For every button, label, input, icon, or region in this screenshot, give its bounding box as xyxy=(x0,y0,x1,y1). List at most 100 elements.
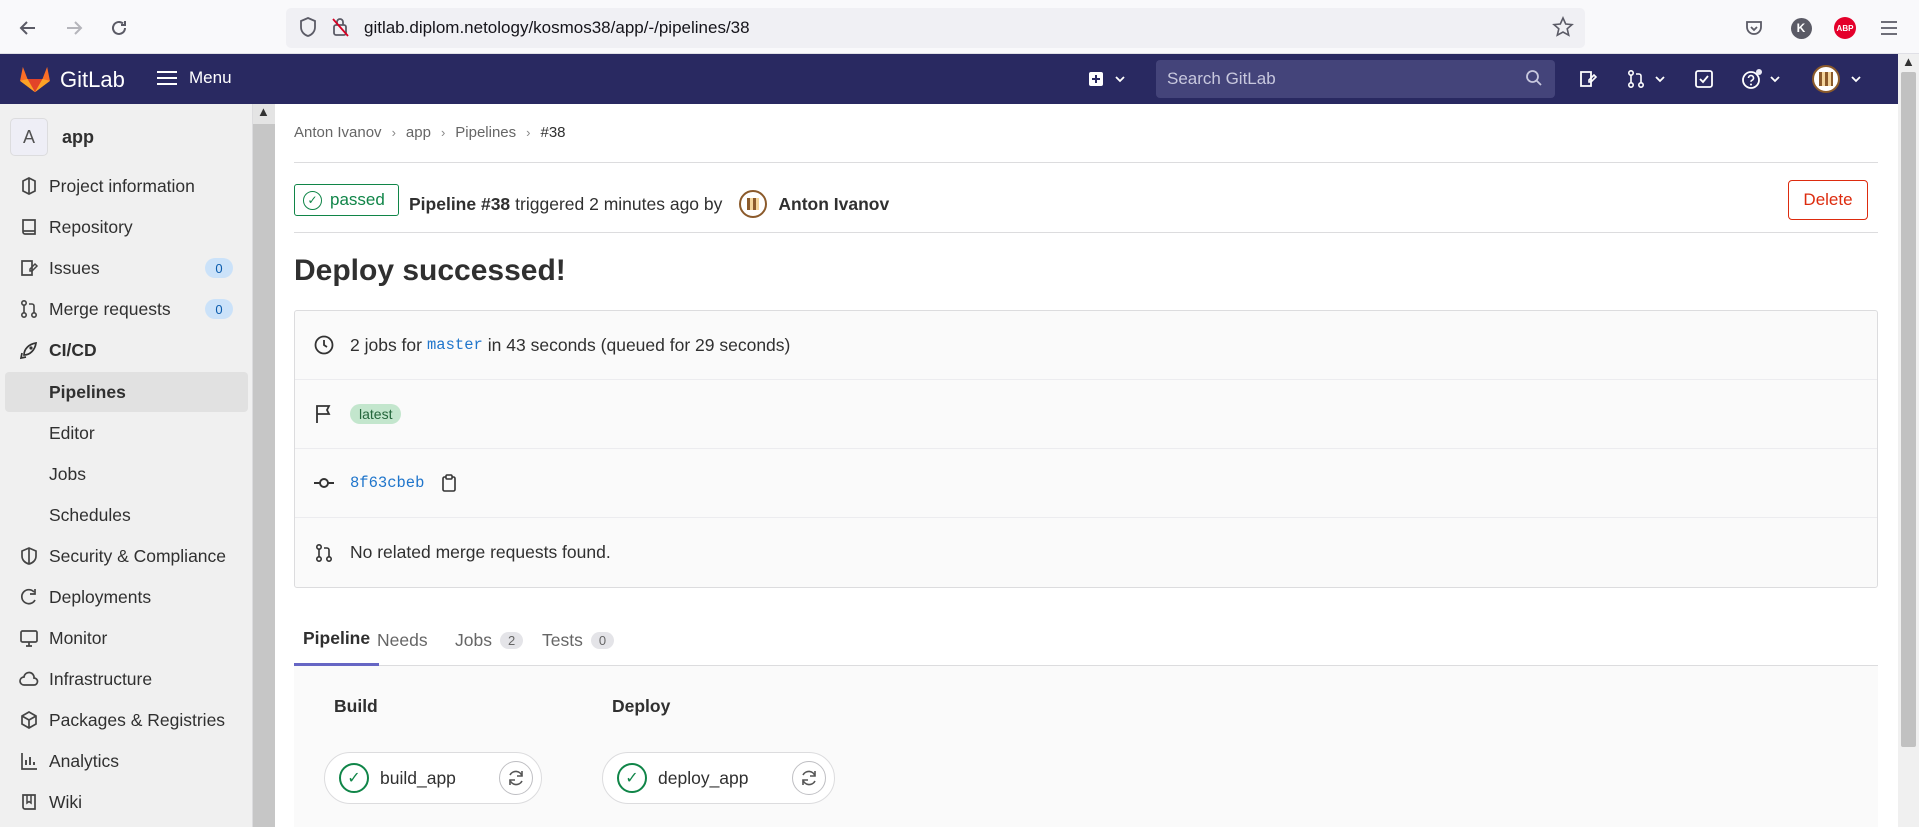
issues-icon xyxy=(18,257,40,279)
sidebar-item-label: Editor xyxy=(49,422,95,443)
commit-sha-link[interactable]: 8f63cbeb xyxy=(350,474,424,492)
user-menu-dropdown[interactable] xyxy=(1812,65,1862,93)
sidebar-item-analytics[interactable]: Analytics xyxy=(0,741,253,781)
copy-icon[interactable] xyxy=(439,472,459,494)
user-avatar[interactable] xyxy=(739,190,768,218)
sidebar-item-schedules[interactable]: Schedules xyxy=(0,495,253,535)
url-text[interactable]: gitlab.diplom.netology/kosmos38/app/-/pi… xyxy=(364,18,750,38)
tab-label: Jobs xyxy=(455,629,492,650)
new-dropdown-button[interactable] xyxy=(1088,66,1126,92)
browser-toolbar: gitlab.diplom.netology/kosmos38/app/-/pi… xyxy=(0,0,1919,54)
repository-icon xyxy=(18,216,40,238)
breadcrumb-current[interactable]: #38 xyxy=(541,124,566,141)
tab-jobs[interactable]: Jobs 2 xyxy=(455,614,524,666)
tab-pipeline[interactable]: Pipeline xyxy=(294,614,380,666)
project-header[interactable]: A app xyxy=(10,118,94,156)
clock-icon xyxy=(312,333,336,357)
sidebar-item-security-compliance[interactable]: Security & Compliance xyxy=(0,536,253,576)
scroll-up-icon[interactable]: ▲ xyxy=(1902,54,1915,69)
sidebar-item-label: Project information xyxy=(49,175,195,196)
merge-requests-text: No related merge requests found. xyxy=(350,542,611,562)
divider xyxy=(294,232,1878,233)
sidebar-item-label: Repository xyxy=(49,216,133,237)
project-avatar: A xyxy=(10,118,48,156)
tab-needs[interactable]: Needs xyxy=(377,614,428,666)
sidebar-item-ci-cd[interactable]: CI/CD xyxy=(0,330,253,370)
job-deploy-app[interactable]: ✓ deploy_app xyxy=(602,752,835,804)
sidebar-item-jobs[interactable]: Jobs xyxy=(0,454,253,494)
retry-icon[interactable] xyxy=(792,761,826,795)
gitlab-brand[interactable]: GitLab xyxy=(60,67,125,93)
plus-square-icon xyxy=(1089,72,1103,86)
pipeline-header: Pipeline #38 triggered 2 minutes ago by … xyxy=(409,190,889,218)
shield-icon[interactable] xyxy=(298,16,318,43)
bookmark-star-icon[interactable] xyxy=(1552,16,1574,43)
search-icon[interactable] xyxy=(1525,69,1543,92)
sidebar-item-repository[interactable]: Repository xyxy=(0,207,253,247)
search-box[interactable] xyxy=(1156,60,1555,98)
tab-tests[interactable]: Tests 0 xyxy=(542,614,615,666)
pipeline-status-badge[interactable]: ✓ passed xyxy=(294,184,399,216)
search-input[interactable] xyxy=(1156,60,1516,98)
main-menu-button[interactable]: Menu xyxy=(157,68,232,88)
scrollbar-thumb[interactable] xyxy=(253,124,275,827)
sidebar-item-label: Deployments xyxy=(49,586,152,607)
sidebar-item-packages-registries[interactable]: Packages & Registries xyxy=(0,700,253,740)
sidebar-item-deployments[interactable]: Deployments xyxy=(0,577,253,617)
status-label: passed xyxy=(330,190,385,209)
gitlab-logo-icon[interactable] xyxy=(18,65,52,93)
gitlab-top-nav: GitLab Menu xyxy=(0,54,1898,104)
sidebar-item-merge-requests[interactable]: Merge requests 0 xyxy=(0,289,253,329)
flag-icon xyxy=(312,402,336,426)
hamburger-icon xyxy=(157,71,177,85)
merge-requests-dropdown[interactable] xyxy=(1626,66,1666,92)
reload-icon[interactable] xyxy=(103,12,135,44)
breadcrumb-link[interactable]: Pipelines xyxy=(455,124,516,141)
package-icon xyxy=(18,709,40,731)
sidebar-item-monitor[interactable]: Monitor xyxy=(0,618,253,658)
delete-button[interactable]: Delete xyxy=(1788,180,1868,220)
scrollbar-thumb[interactable] xyxy=(1901,72,1916,747)
latest-badge[interactable]: latest xyxy=(350,404,402,424)
breadcrumb-link[interactable]: Anton Ivanov xyxy=(294,124,382,141)
browser-menu-icon[interactable] xyxy=(1874,12,1904,44)
sidebar-item-label: Wiki xyxy=(49,791,83,812)
sidebar-item-label: Merge requests xyxy=(49,298,171,319)
pipeline-tabs: Pipeline Needs Jobs 2 Tests 0 xyxy=(294,614,1878,666)
breadcrumb: Anton Ivanov › app › Pipelines › #38 xyxy=(294,124,566,141)
retry-icon[interactable] xyxy=(499,761,533,795)
profile-avatar[interactable]: K xyxy=(1786,12,1816,44)
sidebar-item-infrastructure[interactable]: Infrastructure xyxy=(0,659,253,699)
issues-shortcut-icon[interactable] xyxy=(1578,66,1598,92)
pipeline-id: Pipeline #38 xyxy=(409,193,511,214)
sidebar-scrollbar[interactable]: ▲ xyxy=(253,104,275,827)
pocket-icon[interactable] xyxy=(1739,12,1769,44)
sidebar-item-editor[interactable]: Editor xyxy=(0,413,253,453)
commit-row: 8f63cbeb xyxy=(295,449,1877,518)
forward-arrow-icon[interactable] xyxy=(58,12,90,44)
tab-label: Needs xyxy=(377,629,428,650)
address-bar[interactable]: gitlab.diplom.netology/kosmos38/app/-/pi… xyxy=(286,8,1585,48)
sidebar-item-wiki[interactable]: Wiki xyxy=(0,782,253,822)
deployments-icon xyxy=(18,586,40,608)
sidebar-item-issues[interactable]: Issues 0 xyxy=(0,248,253,288)
page-scrollbar[interactable]: ▲ xyxy=(1898,54,1919,827)
sidebar-item-project-information[interactable]: Project information xyxy=(0,166,253,206)
job-build-app[interactable]: ✓ build_app xyxy=(324,752,542,804)
project-info-icon xyxy=(18,175,40,197)
scroll-up-icon[interactable]: ▲ xyxy=(257,104,270,119)
adblock-icon[interactable]: ABP xyxy=(1830,12,1860,44)
rocket-icon xyxy=(18,339,40,361)
user-link[interactable]: Anton Ivanov xyxy=(778,194,889,215)
sidebar-item-pipelines[interactable]: Pipelines xyxy=(5,372,248,412)
breadcrumb-link[interactable]: app xyxy=(406,124,431,141)
todos-icon[interactable] xyxy=(1694,66,1714,92)
chevron-down-icon xyxy=(1655,76,1665,83)
sidebar-item-label: Analytics xyxy=(49,750,120,771)
jobs-count-text: 2 jobs for xyxy=(350,334,422,355)
sidebar-item-label: Jobs xyxy=(49,463,86,484)
back-arrow-icon[interactable] xyxy=(12,12,44,44)
help-dropdown[interactable] xyxy=(1741,66,1781,92)
insecure-lock-icon[interactable] xyxy=(330,16,350,43)
branch-link[interactable]: master xyxy=(427,336,483,354)
